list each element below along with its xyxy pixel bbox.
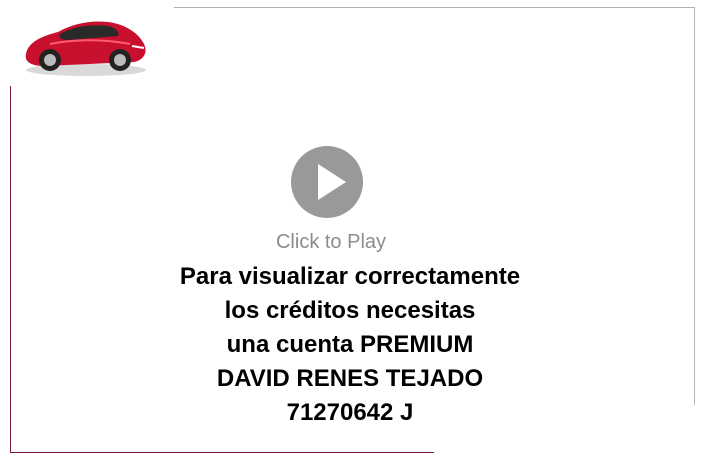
frame-left-border [10,86,11,453]
frame-top-border [174,7,695,8]
notice-line: una cuenta PREMIUM [226,331,474,358]
click-to-play-label[interactable]: Click to Play [258,231,404,254]
notice-line: 71270642 J [286,399,414,426]
play-icon[interactable] [290,145,364,219]
video-player[interactable]: Click to Play [258,143,404,263]
notice-line: DAVID RENES TEJADO [216,365,484,392]
logo [0,0,174,84]
notice-line: los créditos necesitas [224,297,476,324]
red-sports-car-icon [25,21,146,76]
frame-bottom-border [10,452,434,453]
frame-right-border [694,7,695,405]
notice-line: Para visualizar correctamente [179,263,521,290]
premium-notice: Para visualizar correctamente los crédit… [90,260,610,430]
